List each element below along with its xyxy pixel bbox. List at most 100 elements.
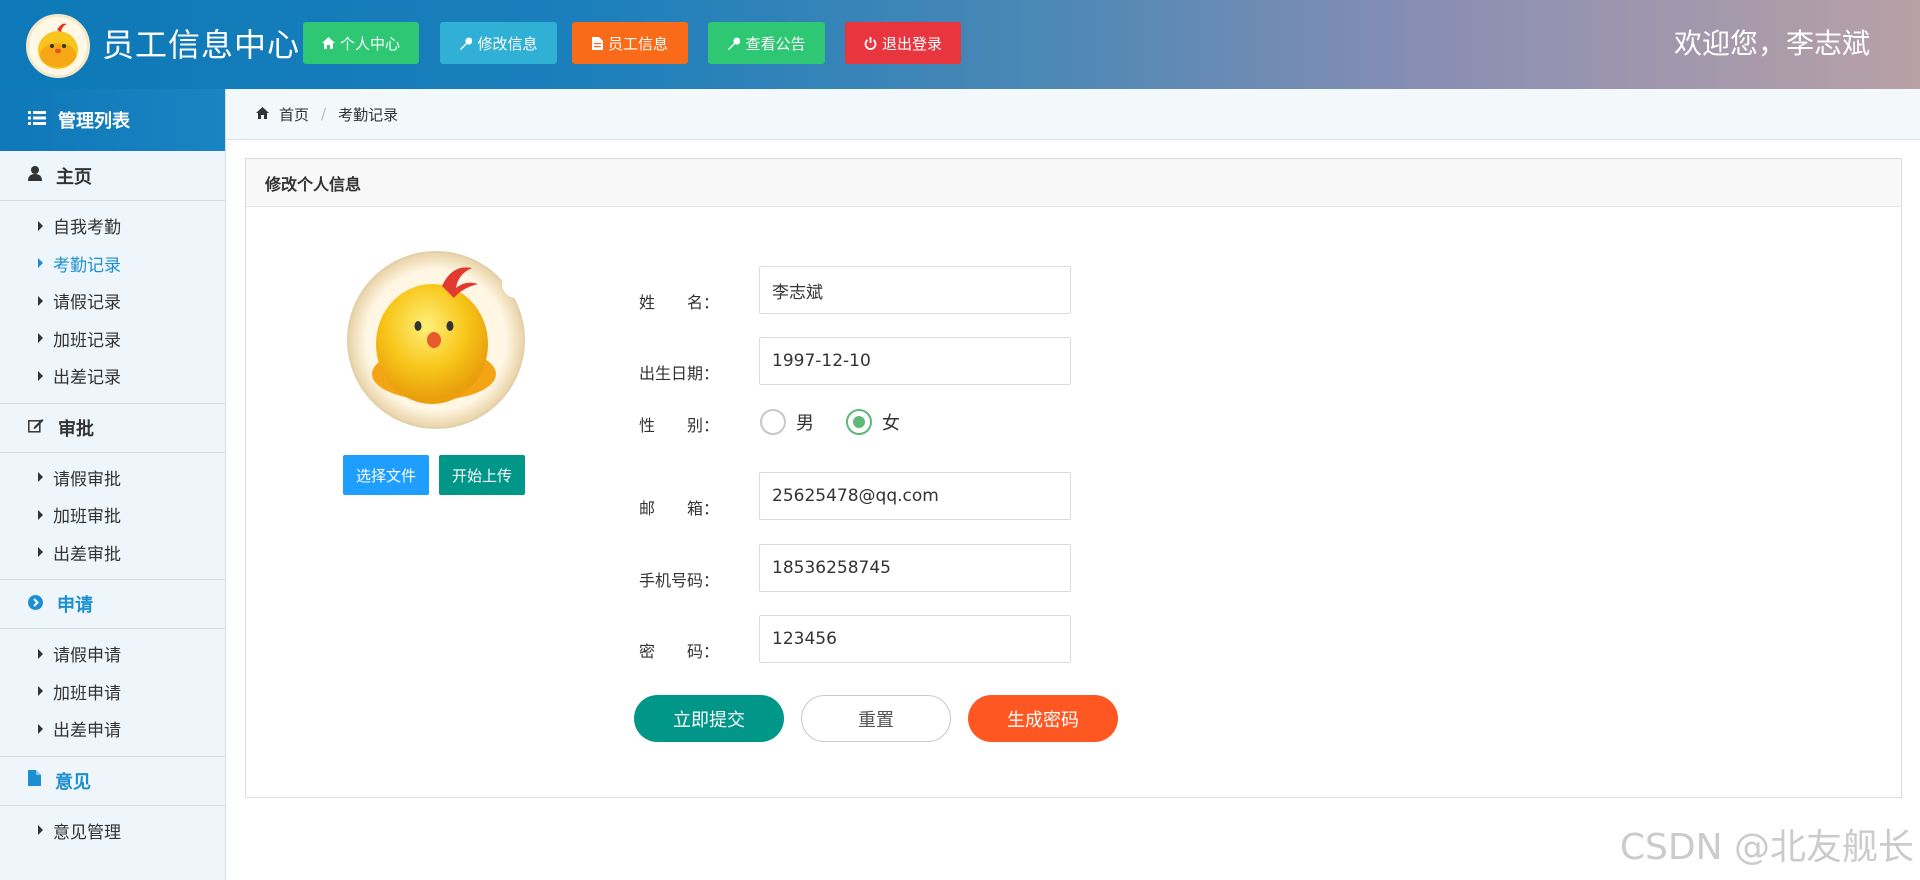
caret-right-icon xyxy=(38,472,43,483)
sidebar-item-overtime-records[interactable]: 加班记录 xyxy=(0,320,225,358)
breadcrumb-current: 考勤记录 xyxy=(338,105,399,124)
sidebar-item-trip-approval[interactable]: 出差审批 xyxy=(0,534,225,572)
submit-button[interactable]: 立即提交 xyxy=(634,695,784,742)
breadcrumb-home-link[interactable]: 首页 xyxy=(279,104,309,125)
caret-right-icon xyxy=(38,258,43,269)
start-upload-button[interactable]: 开始上传 xyxy=(439,455,525,495)
sidebar-item-label: 意见管理 xyxy=(53,822,121,843)
file-icon xyxy=(28,770,41,791)
chevron-circle-right-icon xyxy=(28,594,43,615)
reset-button[interactable]: 重置 xyxy=(801,695,951,742)
panel-title: 修改个人信息 xyxy=(246,159,1901,207)
caret-right-icon xyxy=(38,370,43,381)
sidebar: 管理列表 主页 自我考勤 考勤记录 请假记录 加班记录 出差记录 审批 请假审批… xyxy=(0,89,226,880)
nav-logout-button[interactable]: 退出登录 xyxy=(845,22,961,64)
sidebar-item-label: 请假记录 xyxy=(53,293,121,314)
nav-label: 退出登录 xyxy=(881,34,942,53)
phone-input[interactable] xyxy=(759,544,1071,592)
caret-right-icon xyxy=(38,723,43,734)
sidebar-item-label: 请假审批 xyxy=(53,469,121,490)
sidebar-sublist-application: 请假申请 加班申请 出差申请 xyxy=(0,629,225,756)
choose-file-button[interactable]: 选择文件 xyxy=(343,455,429,495)
nav-label: 员工信息 xyxy=(607,34,668,53)
nav-announcements-button[interactable]: 查看公告 xyxy=(708,22,825,64)
nav-label: 查看公告 xyxy=(745,34,806,53)
nav-label: 个人中心 xyxy=(339,34,400,53)
user-icon xyxy=(28,165,42,186)
gender-radio-group: 男 女 xyxy=(760,409,922,435)
sidebar-item-label: 出差审批 xyxy=(53,544,121,565)
wrench-icon xyxy=(459,37,473,50)
file-icon xyxy=(591,36,603,50)
sidebar-item-label: 考勤记录 xyxy=(53,255,121,276)
birth-date-label: 出生日期： xyxy=(639,364,720,383)
sidebar-item-label: 出差记录 xyxy=(53,368,121,389)
caret-right-icon xyxy=(38,295,43,306)
nav-edit-info-button[interactable]: 修改信息 xyxy=(440,22,557,64)
top-header: 员工信息中心 个人中心 修改信息 员工信息 查看公告 退出登录 欢迎您，李志斌 xyxy=(0,0,1920,89)
email-input[interactable] xyxy=(759,472,1071,520)
breadcrumb-separator: / xyxy=(321,105,327,123)
caret-right-icon xyxy=(38,547,43,558)
sidebar-item-overtime-approval[interactable]: 加班审批 xyxy=(0,496,225,534)
gender-label: 性 别： xyxy=(639,416,720,435)
generate-password-button[interactable]: 生成密码 xyxy=(968,695,1118,742)
sidebar-item-label: 自我考勤 xyxy=(53,218,121,239)
sidebar-section-application[interactable]: 申请 xyxy=(0,579,225,629)
app-title: 员工信息中心 xyxy=(102,26,301,64)
edit-profile-panel: 修改个人信息 选择文件 开始上传 姓 名： 李志斌 出生日期： 1997-12-… xyxy=(245,158,1902,798)
gender-male-label: 男 xyxy=(796,413,814,434)
edit-icon xyxy=(28,417,44,438)
sidebar-item-label: 请假申请 xyxy=(53,646,121,667)
nav-personal-center-button[interactable]: 个人中心 xyxy=(303,22,419,64)
breadcrumb: 首页 / 考勤记录 xyxy=(226,89,1920,140)
section-label: 主页 xyxy=(56,166,92,188)
caret-right-icon xyxy=(38,686,43,697)
name-label: 姓 名： xyxy=(639,293,720,312)
birth-date-input[interactable] xyxy=(759,337,1071,385)
sidebar-item-leave-records[interactable]: 请假记录 xyxy=(0,282,225,320)
watermark: CSDN @北友舰长 xyxy=(1619,827,1914,868)
wrench-icon xyxy=(727,37,741,50)
nav-employee-info-button[interactable]: 员工信息 xyxy=(572,22,688,64)
caret-right-icon xyxy=(38,220,43,231)
sidebar-item-overtime-application[interactable]: 加班申请 xyxy=(0,673,225,711)
list-icon xyxy=(28,110,46,131)
welcome-text: 欢迎您，李志斌 xyxy=(1673,27,1870,60)
phone-label: 手机号码： xyxy=(639,571,720,590)
sidebar-item-leave-approval[interactable]: 请假审批 xyxy=(0,459,225,497)
gender-female-radio[interactable] xyxy=(846,409,872,435)
name-input[interactable] xyxy=(759,266,1071,314)
avatar xyxy=(344,244,530,434)
chick-avatar-icon xyxy=(347,251,530,429)
power-icon xyxy=(864,36,877,50)
sidebar-section-feedback[interactable]: 意见 xyxy=(0,755,225,806)
sidebar-section-approval[interactable]: 审批 xyxy=(0,402,225,453)
nav-label: 修改信息 xyxy=(477,34,538,53)
sidebar-item-business-trip-records[interactable]: 出差记录 xyxy=(0,357,225,395)
password-input[interactable] xyxy=(759,615,1071,663)
sidebar-sublist-approval: 请假审批 加班审批 出差审批 xyxy=(0,453,225,580)
sidebar-sublist-feedback: 意见管理 xyxy=(0,806,225,858)
sidebar-item-label: 加班记录 xyxy=(53,330,121,351)
sidebar-header: 管理列表 xyxy=(0,89,225,151)
caret-right-icon xyxy=(38,333,43,344)
gender-female-label: 女 xyxy=(882,413,900,434)
sidebar-item-label: 加班审批 xyxy=(53,507,121,528)
sidebar-sublist-home: 自我考勤 考勤记录 请假记录 加班记录 出差记录 xyxy=(0,201,225,403)
caret-right-icon xyxy=(38,825,43,836)
sidebar-item-label: 出差申请 xyxy=(53,721,121,742)
chick-logo-icon xyxy=(38,23,78,69)
sidebar-item-attendance-records[interactable]: 考勤记录 xyxy=(0,245,225,283)
sidebar-item-trip-application[interactable]: 出差申请 xyxy=(0,710,225,748)
section-label: 意见 xyxy=(55,771,91,793)
sidebar-item-label: 加班申请 xyxy=(53,683,121,704)
sidebar-item-leave-application[interactable]: 请假申请 xyxy=(0,635,225,673)
gender-male-radio[interactable] xyxy=(760,409,786,435)
sidebar-item-self-attendance[interactable]: 自我考勤 xyxy=(0,207,225,245)
home-icon xyxy=(256,105,269,123)
sidebar-item-feedback-management[interactable]: 意见管理 xyxy=(0,812,225,850)
app-logo xyxy=(26,14,90,78)
sidebar-section-home[interactable]: 主页 xyxy=(0,151,225,201)
sidebar-header-label: 管理列表 xyxy=(58,111,130,132)
